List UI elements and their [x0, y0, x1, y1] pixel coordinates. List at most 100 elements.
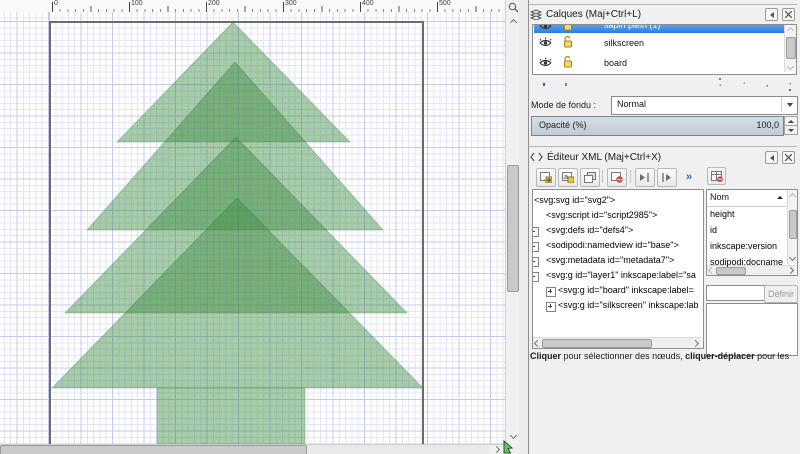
- sort-ascending-icon: [777, 196, 783, 199]
- panel-close-button[interactable]: [782, 151, 795, 164]
- xml-tree-row[interactable]: <svg:g id="silkscreen" inkscape:lab: [533, 299, 704, 314]
- raise-layer-button[interactable]: [736, 77, 751, 91]
- blend-mode-label: Mode de fondu :: [531, 100, 596, 110]
- ruler-tick: [283, 2, 284, 12]
- chevron-right-icon: [692, 340, 699, 347]
- delete-node-button[interactable]: [607, 168, 627, 187]
- divider: [529, 4, 797, 5]
- chevron-right-icon: [787, 267, 794, 274]
- canvas-horizontal-scrollbar[interactable]: [0, 444, 505, 454]
- xml-node-text: <svg:g id="layer1" inkscape:label="sa: [546, 270, 696, 280]
- lower-layer-button[interactable]: [759, 77, 774, 91]
- horizontal-scroll-thumb[interactable]: [0, 445, 307, 454]
- ruler-tick: [206, 2, 207, 12]
- layers-scroll-thumb[interactable]: [786, 37, 796, 59]
- define-button[interactable]: Définir: [764, 285, 798, 303]
- drawing-canvas[interactable]: [0, 12, 505, 444]
- attributes-header-label: Nom: [710, 192, 729, 202]
- raise-layer-to-top-button[interactable]: [712, 77, 727, 91]
- ruler-tick: [360, 2, 361, 12]
- add-layer-button[interactable]: [536, 77, 551, 91]
- attributes-scroll-thumb[interactable]: [789, 210, 797, 239]
- opacity-slider[interactable]: Opacité (%) 100,0: [531, 116, 784, 136]
- scroll-up-button[interactable]: [506, 16, 520, 28]
- xml-node-text: <svg:g id="silkscreen" inkscape:lab: [558, 300, 698, 310]
- xml-tree-scroll-thumb[interactable]: [542, 339, 652, 348]
- spin-down-button[interactable]: [784, 125, 798, 135]
- attribute-row[interactable]: sodipodi:docname: [710, 257, 786, 273]
- xml-node-tree[interactable]: <svg:svg id="svg2"><svg:script id="scrip…: [532, 189, 704, 349]
- blend-mode-select[interactable]: Normal: [611, 96, 798, 115]
- layer-lock-toggle[interactable]: [562, 36, 576, 48]
- expander-icon[interactable]: [546, 302, 556, 312]
- attribute-row[interactable]: id: [710, 225, 786, 241]
- new-element-node-button[interactable]: [536, 168, 556, 187]
- indent-node-button[interactable]: [657, 168, 677, 187]
- panel-collapse-button[interactable]: [765, 8, 778, 21]
- opacity-label: Opacité (%): [539, 120, 587, 130]
- panel-close-button[interactable]: [782, 8, 795, 21]
- xml-tree-hscrollbar[interactable]: [533, 337, 701, 348]
- arrow-to-top-icon: [718, 78, 721, 91]
- duplicate-node-button[interactable]: [580, 168, 600, 187]
- panel-collapse-button[interactable]: [765, 151, 778, 164]
- arrow-up-icon: [742, 78, 745, 91]
- xml-tree-row[interactable]: <svg:svg id="svg2">: [533, 194, 704, 209]
- tree-drawing[interactable]: [0, 12, 505, 444]
- xml-tree-row[interactable]: <svg:script id="script2985">: [533, 209, 704, 224]
- layers-list-scrollbar[interactable]: [784, 25, 796, 72]
- canvas-vertical-scrollbar[interactable]: [505, 0, 520, 444]
- attribute-value-input[interactable]: [706, 285, 766, 301]
- attributes-name-column-header[interactable]: Nom: [707, 190, 788, 207]
- tree-trunk[interactable]: [157, 388, 305, 444]
- layer-visibility-toggle[interactable]: [539, 57, 553, 69]
- zoom-corner-button[interactable]: [506, 0, 520, 14]
- attribute-row[interactable]: height: [710, 209, 786, 225]
- layer-row[interactable]: silkscreen: [534, 33, 784, 52]
- layer-row-selected[interactable]: sapin plein (1): [534, 25, 784, 33]
- delete-attribute-button[interactable]: [707, 167, 726, 185]
- attribute-row[interactable]: inkscape:version: [710, 241, 786, 257]
- chevron-down-icon: [787, 103, 793, 107]
- vertical-scroll-thumb[interactable]: [507, 165, 519, 292]
- expander-icon[interactable]: [532, 257, 539, 267]
- attribute-value-textarea[interactable]: [706, 303, 798, 356]
- opacity-spinner: [784, 116, 796, 134]
- attributes-vscrollbar[interactable]: [787, 190, 797, 264]
- layer-name: board: [604, 58, 627, 68]
- lower-layer-to-bottom-button[interactable]: [782, 77, 797, 91]
- ruler-number: 100: [131, 0, 143, 7]
- xml-tree-row[interactable]: <svg:g id="layer1" inkscape:label="sa: [533, 269, 704, 284]
- attributes-table[interactable]: Nom heightidinkscape:versionsodipodi:doc…: [706, 189, 798, 276]
- expander-icon[interactable]: [532, 227, 539, 237]
- layer-lock-toggle[interactable]: [562, 56, 576, 68]
- status-text-2: pour les: [755, 351, 790, 361]
- combo-arrow-button[interactable]: [781, 97, 797, 112]
- xml-tree-row[interactable]: <svg:g id="board" inkscape:label=: [533, 284, 704, 299]
- inkscape-window: 0100200300400500 Calques (: [0, 0, 800, 454]
- blend-mode-value: Normal: [617, 99, 646, 109]
- layers-list[interactable]: sapin plein (1)silkscreen board: [532, 24, 797, 75]
- new-text-node-button[interactable]: a: [558, 168, 578, 187]
- ruler-number: 200: [208, 0, 220, 7]
- layers-panel-header: Calques (Maj+Ctrl+L): [530, 6, 797, 22]
- chevron-left-icon: [534, 340, 541, 347]
- unindent-node-button[interactable]: [635, 168, 655, 187]
- toolbar-overflow-button[interactable]: »: [686, 171, 692, 183]
- remove-layer-button[interactable]: [558, 77, 573, 91]
- expander-icon[interactable]: [546, 287, 556, 297]
- xml-node-text: <svg:script id="script2985">: [546, 210, 657, 220]
- lock-open-icon: [562, 25, 574, 31]
- dock-resize-handle[interactable]: [519, 0, 529, 454]
- ruler-number: 500: [439, 0, 451, 7]
- xml-tree-row[interactable]: <svg:metadata id="metadata7">: [533, 254, 704, 269]
- expander-icon[interactable]: [532, 242, 539, 252]
- expander-icon[interactable]: [532, 272, 539, 282]
- eye-icon: [539, 37, 552, 48]
- layer-row[interactable]: board: [534, 53, 784, 72]
- new-element-node-icon: [540, 172, 552, 183]
- xml-tree-row[interactable]: <svg:defs id="defs4">: [533, 224, 704, 239]
- layer-visibility-toggle[interactable]: [539, 37, 553, 49]
- xml-tree-row[interactable]: <sodipodi:namedview id="base">: [533, 239, 704, 254]
- xml-node-text: <svg:g id="board" inkscape:label=: [558, 285, 694, 295]
